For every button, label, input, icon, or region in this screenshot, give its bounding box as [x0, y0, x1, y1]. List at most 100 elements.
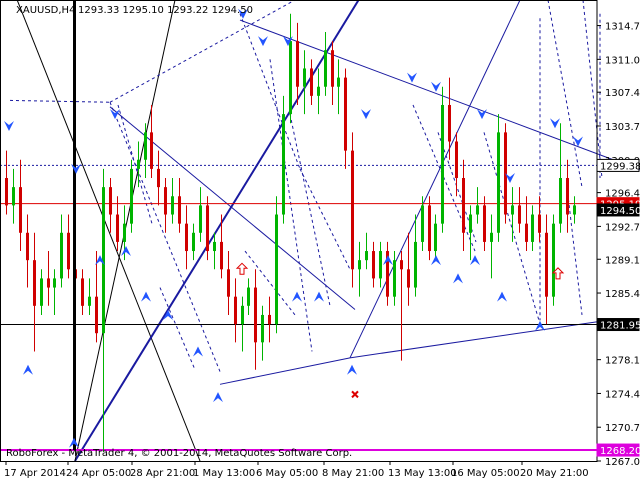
candle-body [469, 214, 472, 233]
price-label: 1294.50 [600, 206, 640, 217]
candle-body [81, 278, 84, 306]
candle-body [324, 50, 327, 87]
fractal-up-arrow-icon [193, 346, 203, 357]
hollow-up-arrow-icon [235, 262, 249, 275]
candle-body [393, 260, 396, 297]
projection-lines [9, 0, 603, 372]
y-tick-label: 1270.70 [605, 423, 640, 434]
candle-body [531, 214, 534, 242]
candle-body [67, 232, 70, 270]
candle-body [178, 196, 181, 224]
fractal-down-arrow-icon [407, 72, 417, 83]
candle-body [331, 50, 334, 87]
y-tick-label: 1289.10 [605, 255, 640, 266]
candle-body [40, 278, 43, 306]
period-separator [73, 0, 76, 451]
candle-body [47, 278, 50, 288]
candle-body [518, 205, 521, 224]
fractal-down-arrow-icon [258, 36, 268, 47]
fractal-up-arrow-icon [141, 291, 151, 302]
trend-line[interactable] [219, 357, 351, 385]
candle-body [199, 205, 202, 233]
candle-body [462, 178, 465, 233]
y-tick-label: 1311.00 [605, 55, 640, 66]
x-tick-label: 16 May 05:00 [451, 468, 520, 479]
fractal-up-arrow-icon [470, 255, 480, 266]
candle-body [275, 214, 278, 325]
candle-body [303, 68, 306, 87]
candle-body [12, 187, 15, 206]
y-tick-label: 1314.70 [605, 22, 640, 33]
candle-body [241, 305, 244, 325]
candle-body [164, 187, 167, 215]
candle-body [573, 205, 576, 215]
candle-body [372, 251, 375, 279]
candle-body [414, 241, 417, 288]
ohlc-values: 1293.33 1295.10 1293.22 1294.50 [78, 5, 253, 16]
fractal-up-arrow-icon [347, 364, 357, 375]
candles [5, 0, 576, 452]
candle-body [448, 104, 451, 142]
projection-line [547, 0, 583, 188]
candle-body [171, 196, 174, 215]
y-tick-label: 1303.70 [605, 122, 640, 133]
candle-body [220, 241, 223, 270]
candle-body [428, 205, 431, 252]
candle-body [497, 132, 500, 233]
candle-body [365, 251, 368, 261]
y-tick-label: 1278.10 [605, 356, 640, 367]
trend-lines[interactable] [0, 0, 640, 462]
candle-body [400, 260, 403, 270]
trend-line[interactable] [349, 0, 521, 359]
x-tick-label: 20 May 21:00 [520, 468, 589, 479]
y-tick-label: 1274.40 [605, 389, 640, 400]
x-tick-label: 13 May 13:00 [388, 468, 457, 479]
candle-body [213, 241, 216, 252]
candle-body [282, 114, 285, 215]
candle-body [95, 296, 98, 334]
price-axis[interactable]: 1314.701311.001307.401303.701300.001296.… [597, 22, 640, 468]
symbol-title: XAUUSD,H4 [16, 5, 75, 16]
chart-area[interactable]: 1314.701311.001307.401303.701300.001296.… [0, 0, 640, 480]
y-tick-label: 1285.40 [605, 289, 640, 300]
projection-line [299, 168, 351, 270]
candle-body [33, 260, 36, 306]
candle-body [552, 223, 555, 297]
time-axis[interactable]: 17 Apr 2014 24 Apr 05:0028 Apr 21:001 May… [4, 461, 589, 479]
candle-body [60, 232, 63, 279]
candle-body [261, 314, 264, 343]
candle-body [227, 269, 230, 297]
candle-body [19, 187, 22, 233]
fractal-up-arrow-icon [23, 364, 33, 375]
candle-body [268, 314, 271, 325]
candle-body [379, 251, 382, 279]
projection-line [9, 99, 111, 103]
candle-body [109, 187, 112, 215]
price-labels: 1299.381295.191294.501281.951268.20 [596, 158, 640, 457]
candle-body [130, 168, 133, 224]
candle-body [455, 141, 458, 179]
candle-body [5, 178, 8, 206]
trend-line[interactable] [349, 320, 601, 359]
candle-body [559, 178, 562, 224]
candle-body [358, 260, 361, 270]
price-label: 1281.95 [600, 321, 640, 332]
x-tick-label: 28 Apr 21:00 [130, 468, 195, 479]
candle-body [545, 232, 548, 297]
fractal-up-arrow-icon [213, 392, 223, 403]
copyright-text: RoboForex - MetaTrader 4, © 2001-2014, M… [6, 448, 352, 459]
candle-body [206, 205, 209, 252]
projection-line [159, 287, 196, 370]
candle-body [421, 205, 424, 242]
candle-body [434, 223, 437, 252]
x-tick-label: 6 May 05:00 [256, 468, 318, 479]
projection-line [109, 102, 221, 372]
fractal-up-arrow-icon [535, 320, 545, 331]
projection-line [117, 104, 153, 224]
candle-body [344, 77, 347, 151]
x-tick-label: 17 Apr 2014 [4, 468, 66, 479]
candle-body [150, 132, 153, 169]
candle-body [254, 287, 257, 343]
fractal-up-arrow-icon [453, 273, 463, 284]
price-label: 1268.20 [600, 446, 640, 457]
